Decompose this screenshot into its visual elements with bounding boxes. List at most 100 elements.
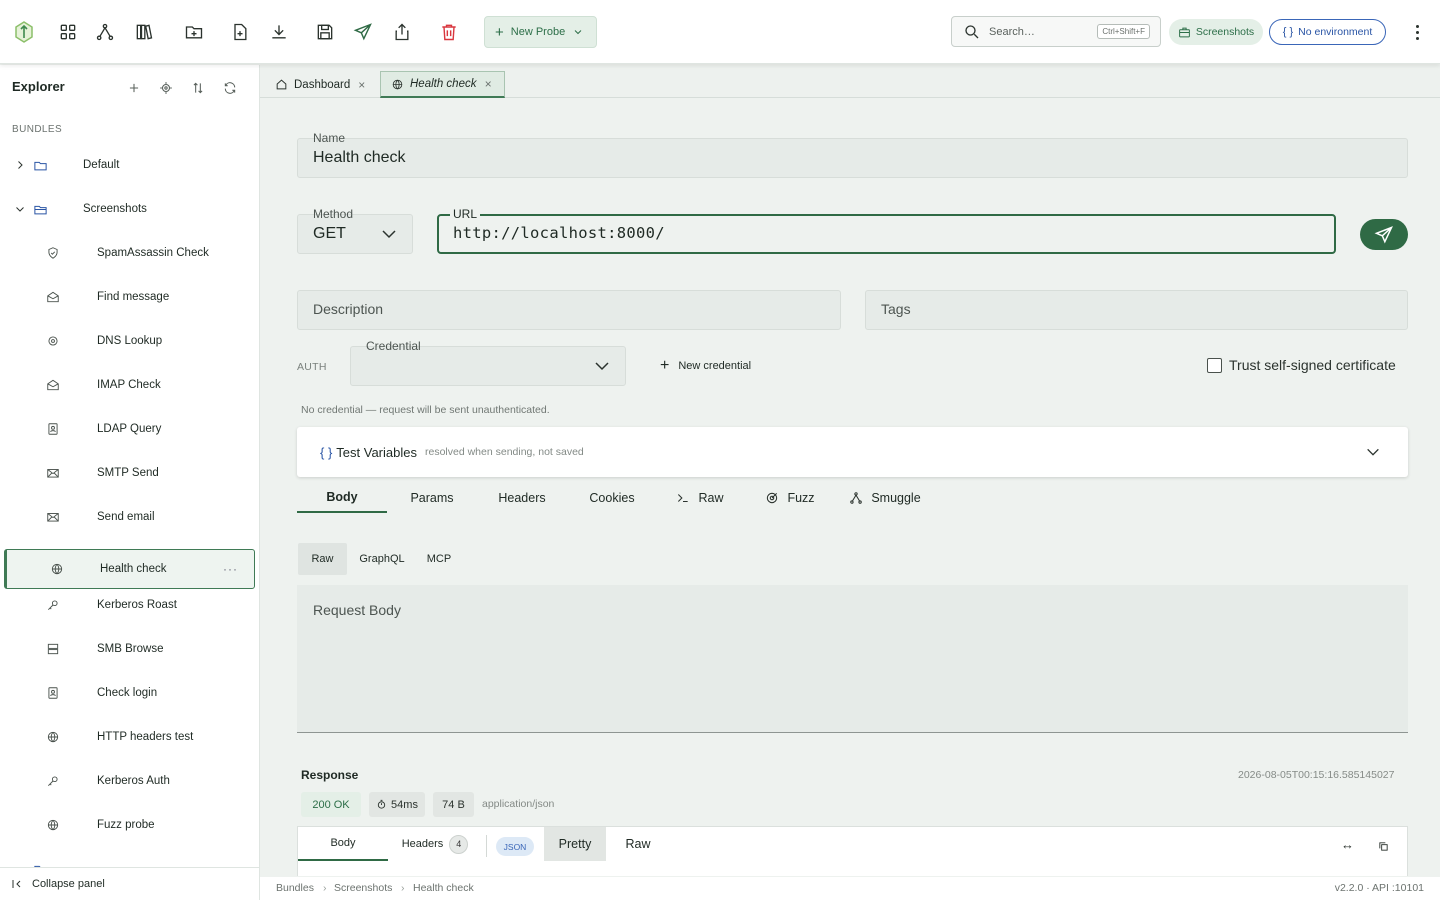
probe-item[interactable]: Kerberos Roast — [0, 585, 258, 625]
probe-item[interactable]: IMAP Check — [0, 365, 258, 405]
tab-label: Body — [326, 489, 358, 504]
body-mode-label: GraphQL — [359, 553, 405, 565]
new-folder-icon[interactable] — [178, 16, 210, 48]
breadcrumb-screenshots[interactable]: Screenshots — [334, 882, 392, 894]
response-timestamp: 2026-08-05T00:15:16.585145027 — [1238, 769, 1395, 781]
top-toolbar: + New Probe Search… Ctrl+Shift+F Screens… — [0, 0, 1440, 64]
size-text: 74 B — [442, 798, 465, 811]
tab-headers[interactable]: Headers — [477, 482, 567, 513]
refresh-icon[interactable] — [221, 79, 239, 97]
envelope-icon — [45, 509, 61, 525]
trust-cert-label: Trust self-signed certificate — [1229, 357, 1396, 373]
share-icon[interactable] — [386, 16, 418, 48]
probe-item[interactable]: DNS Lookup — [0, 321, 258, 361]
probe-item[interactable]: Send email — [0, 497, 258, 537]
tab-label: Headers — [401, 838, 444, 850]
body-mode-label: Raw — [311, 553, 334, 565]
new-probe-button[interactable]: + New Probe — [484, 16, 597, 48]
probe-item[interactable]: SMTP Send — [0, 453, 258, 493]
braces-icon: { } — [1282, 26, 1294, 38]
dashboard-grid-icon[interactable] — [52, 16, 84, 48]
bundle-default[interactable]: Default — [0, 145, 258, 185]
test-variables-panel[interactable]: { } Test Variables resolved when sending… — [297, 427, 1408, 477]
trust-cert-checkbox[interactable] — [1207, 357, 1222, 373]
test-variables-subtitle: resolved when sending, not saved — [424, 446, 584, 458]
chevron-down-icon[interactable] — [1364, 444, 1382, 460]
probe-item[interactable]: Find message — [0, 277, 258, 317]
probe-item[interactable]: SMB Browse — [0, 629, 258, 669]
tab-label: Smuggle — [871, 490, 921, 505]
tab-cookies[interactable]: Cookies — [567, 482, 657, 513]
tab-smuggle[interactable]: Smuggle — [840, 482, 930, 513]
workspace-chip[interactable]: Screenshots — [1169, 19, 1263, 45]
app-logo-icon — [8, 16, 40, 48]
copy-icon[interactable] — [1378, 841, 1389, 852]
sort-icon[interactable] — [189, 79, 207, 97]
probe-item[interactable]: Health check ··· — [4, 549, 255, 589]
view-label: Pretty — [558, 837, 592, 851]
probe-item[interactable]: Check login — [0, 673, 258, 713]
breadcrumb-bundles[interactable]: Bundles — [276, 882, 314, 894]
new-credential-button[interactable]: + New credential — [660, 358, 751, 374]
description-placeholder: Description — [313, 301, 384, 317]
locate-target-icon[interactable] — [157, 79, 175, 97]
response-tab-body[interactable]: Body — [298, 827, 388, 861]
response-tab-headers[interactable]: Headers 4 — [390, 827, 480, 861]
download-icon[interactable] — [263, 16, 295, 48]
tab-body[interactable]: Body — [297, 482, 387, 513]
tab-dashboard[interactable]: Dashboard × — [265, 71, 375, 98]
close-icon[interactable]: × — [484, 77, 491, 91]
view-raw-button[interactable]: Raw — [610, 827, 666, 861]
content-type: application/json — [482, 798, 555, 810]
tags-field[interactable] — [865, 290, 1408, 330]
chevron-right-icon: › — [401, 882, 405, 894]
tags-placeholder: Tags — [881, 301, 911, 317]
tab-params[interactable]: Params — [387, 482, 477, 513]
explorer-sidebar: Explorer BUNDLES Default Screenshots Spa… — [0, 65, 260, 900]
trust-cert-toggle[interactable]: Trust self-signed certificate — [1207, 357, 1396, 373]
response-panel: Body Headers 4 JSON Pretty Raw ↔ — [297, 826, 1408, 876]
stopwatch-icon — [377, 799, 386, 809]
library-books-icon[interactable] — [128, 16, 160, 48]
collapse-left-icon — [12, 880, 21, 888]
probe-item[interactable]: SpamAssassin Check — [0, 233, 258, 273]
search-placeholder: Search… — [989, 25, 1035, 38]
bundle-screenshots[interactable]: Screenshots — [0, 189, 258, 229]
close-icon[interactable]: × — [358, 78, 365, 92]
name-field[interactable] — [297, 138, 1408, 178]
body-mode-mcp[interactable]: MCP — [418, 543, 460, 575]
view-pretty-button[interactable]: Pretty — [544, 827, 606, 861]
workspace-label: Screenshots — [1195, 26, 1255, 38]
search-shortcut-hint: Ctrl+Shift+F — [1097, 24, 1150, 39]
probe-label: IMAP Check — [97, 379, 161, 391]
body-mode-graphql[interactable]: GraphQL — [352, 543, 412, 575]
response-title: Response — [301, 768, 359, 782]
graph-nodes-icon[interactable] — [89, 16, 121, 48]
probe-item[interactable]: Fuzz probe — [0, 805, 258, 845]
new-credential-label: New credential — [678, 360, 752, 372]
globe-icon — [45, 729, 61, 745]
send-request-button[interactable] — [1360, 219, 1408, 250]
more-menu-icon[interactable] — [1408, 20, 1426, 44]
probe-item[interactable]: LDAP Query — [0, 409, 258, 449]
new-file-icon[interactable] — [224, 16, 256, 48]
expand-horizontal-icon[interactable]: ↔ — [1341, 837, 1354, 852]
bundle-partial — [0, 853, 258, 867]
delete-trash-icon[interactable] — [433, 16, 465, 48]
tab-fuzz[interactable]: Fuzz — [750, 482, 830, 513]
environment-selector[interactable]: { } No environment — [1269, 19, 1386, 45]
search-input[interactable]: Search… Ctrl+Shift+F — [951, 16, 1161, 47]
body-mode-raw[interactable]: Raw — [298, 543, 347, 575]
tab-health-check[interactable]: Health check × — [380, 71, 505, 98]
contact-book-icon — [45, 421, 61, 437]
probe-item[interactable]: Kerberos Auth — [0, 761, 258, 801]
request-body-editor[interactable]: Request Body — [297, 585, 1408, 733]
more-options-icon[interactable]: ··· — [223, 562, 238, 576]
tab-raw[interactable]: Raw — [660, 482, 740, 513]
send-icon[interactable] — [347, 16, 379, 48]
probe-item[interactable]: HTTP headers test — [0, 717, 258, 757]
collapse-panel-button[interactable]: Collapse panel — [0, 867, 259, 900]
add-icon[interactable] — [125, 79, 143, 97]
save-icon[interactable] — [309, 16, 341, 48]
method-label: Method — [313, 207, 354, 221]
